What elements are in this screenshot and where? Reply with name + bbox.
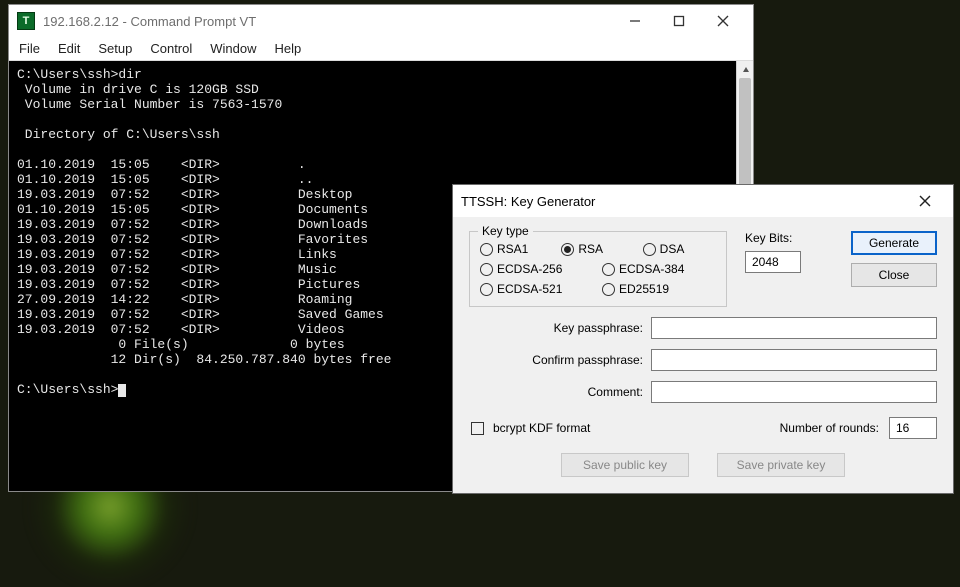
menu-edit[interactable]: Edit bbox=[58, 41, 80, 56]
menu-setup[interactable]: Setup bbox=[98, 41, 132, 56]
radio-ecdsa521[interactable]: ECDSA-521 bbox=[480, 282, 594, 296]
dialog-titlebar[interactable]: TTSSH: Key Generator bbox=[453, 185, 953, 217]
keygen-dialog: TTSSH: Key Generator Key type RSA1 RSA D… bbox=[452, 184, 954, 494]
maximize-button[interactable] bbox=[657, 7, 701, 35]
terminal-menubar: File Edit Setup Control Window Help bbox=[9, 37, 753, 61]
confirm-passphrase-label: Confirm passphrase: bbox=[469, 353, 651, 367]
radio-ed25519[interactable]: ED25519 bbox=[602, 282, 716, 296]
dialog-close-button[interactable] bbox=[905, 187, 945, 215]
keytype-legend: Key type bbox=[478, 224, 533, 238]
radio-ecdsa256[interactable]: ECDSA-256 bbox=[480, 262, 594, 276]
passphrase-input[interactable] bbox=[651, 317, 937, 339]
save-private-key-button[interactable]: Save private key bbox=[717, 453, 845, 477]
radio-rsa[interactable]: RSA bbox=[561, 242, 634, 256]
passphrase-label: Key passphrase: bbox=[469, 321, 651, 335]
comment-input[interactable] bbox=[651, 381, 937, 403]
scroll-up-arrow[interactable] bbox=[737, 61, 753, 78]
confirm-passphrase-input[interactable] bbox=[651, 349, 937, 371]
comment-label: Comment: bbox=[469, 385, 651, 399]
menu-file[interactable]: File bbox=[19, 41, 40, 56]
dialog-title: TTSSH: Key Generator bbox=[461, 194, 905, 209]
rounds-input[interactable] bbox=[889, 417, 937, 439]
terminal-title: 192.168.2.12 - Command Prompt VT bbox=[43, 14, 613, 29]
keybits-input[interactable] bbox=[745, 251, 801, 273]
bcrypt-checkbox[interactable]: bcrypt KDF format bbox=[471, 421, 590, 435]
radio-dsa[interactable]: DSA bbox=[643, 242, 716, 256]
terminal-titlebar[interactable]: T 192.168.2.12 - Command Prompt VT bbox=[9, 5, 753, 37]
menu-window[interactable]: Window bbox=[210, 41, 256, 56]
rounds-label: Number of rounds: bbox=[780, 421, 879, 435]
keybits-label: Key Bits: bbox=[745, 231, 792, 245]
checkbox-icon bbox=[471, 422, 484, 435]
close-button[interactable] bbox=[701, 7, 745, 35]
menu-help[interactable]: Help bbox=[275, 41, 302, 56]
keytype-fieldset: Key type RSA1 RSA DSA ECDSA-256 ECDSA-38… bbox=[469, 231, 727, 307]
radio-ecdsa384[interactable]: ECDSA-384 bbox=[602, 262, 716, 276]
generate-button[interactable]: Generate bbox=[851, 231, 937, 255]
close-button-dialog[interactable]: Close bbox=[851, 263, 937, 287]
menu-control[interactable]: Control bbox=[150, 41, 192, 56]
radio-rsa1[interactable]: RSA1 bbox=[480, 242, 553, 256]
minimize-button[interactable] bbox=[613, 7, 657, 35]
save-public-key-button[interactable]: Save public key bbox=[561, 453, 689, 477]
terminal-app-icon: T bbox=[17, 12, 35, 30]
